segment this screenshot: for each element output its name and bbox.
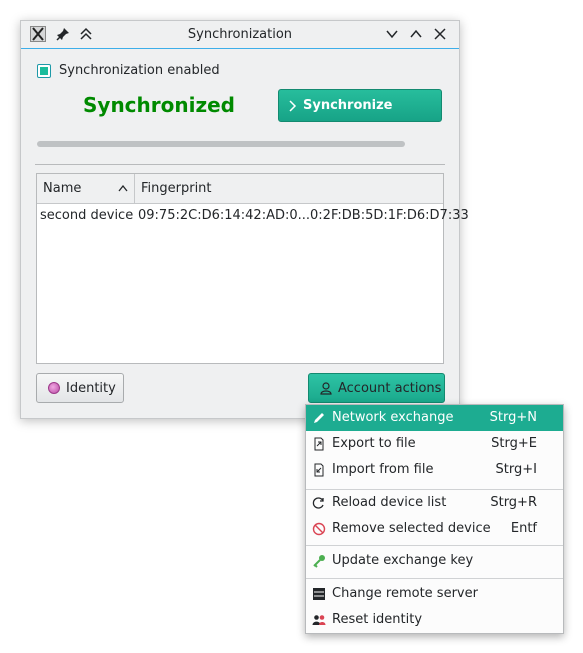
chevron-right-icon [289, 99, 297, 112]
sync-enabled-row[interactable]: Synchronization enabled [37, 63, 220, 78]
identity-button-label: Identity [66, 380, 116, 396]
remove-icon [312, 522, 326, 536]
person-icon [320, 381, 332, 395]
menu-separator [306, 578, 563, 579]
menu-item-label: Network exchange [332, 410, 454, 425]
identity-button[interactable]: Identity [36, 373, 124, 403]
sync-progress-fill [37, 141, 405, 147]
device-fingerprint-cell: 09:75:2C:D6:14:42:AD:0...0:2F:DB:5D:1F:D… [138, 208, 469, 223]
menu-item-shortcut: Strg+E [491, 436, 537, 451]
checkbox-check-mark [40, 66, 48, 75]
pencil-icon [312, 411, 326, 425]
sync-enabled-label: Synchronization enabled [59, 63, 220, 78]
table-row[interactable]: second device 09:75:2C:D6:14:42:AD:0...0… [37, 204, 469, 228]
synchronization-window: Synchronization Synchronization enabled … [20, 20, 469, 419]
reload-icon [312, 496, 326, 510]
column-header-fingerprint-label: Fingerprint [141, 181, 212, 196]
menu-item-remove-selected-device[interactable]: Remove selected device Entf [306, 516, 563, 542]
synchronize-button-label: Synchronize [303, 98, 393, 113]
export-icon [312, 437, 326, 451]
menu-item-update-exchange-key[interactable]: Update exchange key [306, 548, 563, 574]
identity-icon [48, 382, 60, 394]
key-icon [312, 554, 326, 568]
menu-item-label: Remove selected device [332, 521, 491, 536]
menu-item-label: Update exchange key [332, 553, 474, 568]
sync-enabled-checkbox[interactable] [37, 63, 51, 78]
device-table[interactable]: Name Fingerprint second device 09:75:2C:… [36, 173, 469, 364]
menu-item-shortcut: Strg+N [489, 410, 537, 425]
close-button[interactable] [431, 25, 449, 43]
menu-item-shortcut: Strg+R [490, 495, 537, 510]
menu-item-label: Import from file [332, 462, 434, 477]
menu-item-reload-device-list[interactable]: Reload device list Strg+R [306, 490, 563, 516]
column-header-name-label: Name [43, 181, 82, 196]
menu-item-export-to-file[interactable]: Export to file Strg+E [306, 431, 563, 457]
menu-item-label: Export to file [332, 436, 416, 451]
minimize-button[interactable] [383, 25, 401, 43]
import-icon [312, 463, 326, 477]
maximize-button[interactable] [407, 25, 425, 43]
menu-item-network-exchange[interactable]: Network exchange Strg+N [306, 405, 563, 431]
menu-item-label: Reset identity [332, 612, 423, 627]
menu-item-import-from-file[interactable]: Import from file Strg+I [306, 457, 563, 483]
separator [35, 164, 445, 165]
table-header: Name Fingerprint [37, 174, 443, 204]
column-header-name[interactable]: Name [37, 174, 135, 203]
titlebar: Synchronization [21, 21, 459, 49]
menu-item-change-remote-server[interactable]: Change remote server [306, 581, 563, 607]
synchronize-button[interactable]: Synchronize [278, 89, 442, 122]
menu-item-shortcut: Entf [510, 521, 537, 536]
menu-item-label: Reload device list [332, 495, 447, 510]
menu-item-label: Change remote server [332, 586, 478, 601]
device-name-cell: second device [40, 208, 134, 223]
account-actions-menu: Network exchange Strg+N Export to file S… [305, 404, 564, 634]
account-actions-button[interactable]: Account actions [308, 373, 445, 403]
account-actions-button-label: Account actions [338, 380, 442, 396]
sort-ascending-icon [118, 185, 128, 192]
server-icon [312, 587, 326, 601]
sync-progress-bar [37, 141, 405, 147]
menu-item-shortcut: Strg+I [495, 462, 537, 477]
column-header-fingerprint[interactable]: Fingerprint [135, 174, 443, 203]
menu-item-reset-identity[interactable]: Reset identity [306, 607, 563, 633]
menu-separator [306, 545, 563, 546]
reset-identity-icon [312, 613, 326, 627]
sync-status-text: Synchronized [83, 93, 235, 117]
